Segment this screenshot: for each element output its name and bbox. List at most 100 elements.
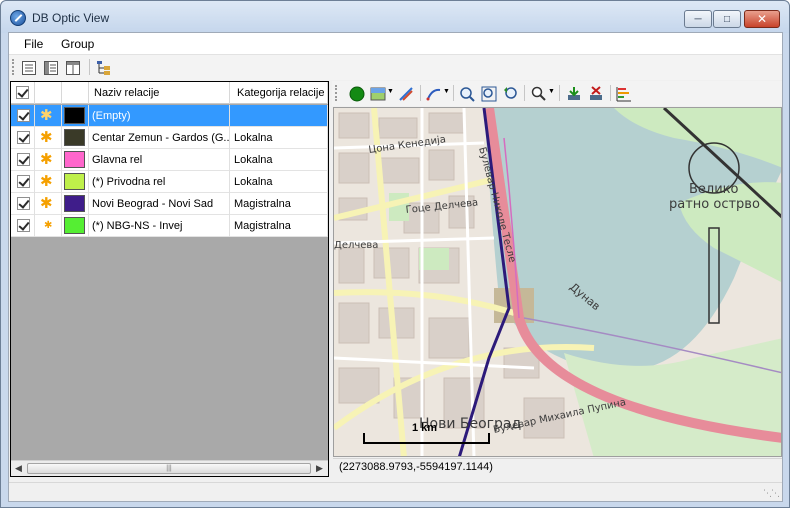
header-color-col [62, 82, 89, 104]
flower-icon: ✱ [40, 107, 53, 124]
list-view-icon[interactable] [21, 60, 37, 76]
row-color-cell[interactable] [62, 171, 89, 193]
color-swatch[interactable] [64, 217, 85, 234]
map-canvas[interactable]: Цона Кенедија Гоце Делчева Делчева Булев… [334, 108, 782, 457]
map-toolbar: ▼ ▼ ▼ [332, 81, 782, 106]
row-color-cell[interactable] [62, 105, 89, 127]
menu-group[interactable]: Group [61, 37, 94, 51]
color-swatch[interactable] [64, 129, 85, 146]
row-category [230, 105, 328, 127]
app-window: DB Optic View ─ □ ✕ File Group Naziv rel… [0, 0, 790, 508]
select-all-checkbox[interactable] [16, 86, 29, 99]
tree-hierarchy-icon[interactable] [96, 60, 112, 76]
row-checkbox[interactable] [17, 175, 30, 188]
layer-image-icon[interactable] [370, 86, 386, 102]
row-checkbox[interactable] [17, 131, 30, 144]
row-color-cell[interactable] [62, 149, 89, 171]
table-row[interactable]: ✱ (Empty) [11, 105, 328, 127]
table-row[interactable]: ✱ Glavna rel Lokalna [11, 149, 328, 171]
flower-icon: ✱ [40, 129, 53, 146]
menu-file[interactable]: File [24, 37, 43, 51]
title-bar[interactable]: DB Optic View ─ □ ✕ [1, 1, 789, 33]
maximize-button[interactable]: □ [713, 10, 741, 28]
zoom-in-icon[interactable] [459, 86, 475, 102]
minimize-icon: ─ [694, 13, 702, 25]
row-name: Novi Beograd - Novi Sad [89, 193, 230, 215]
header-category[interactable]: Kategorija relacije [230, 82, 328, 104]
color-swatch[interactable] [64, 173, 85, 190]
small-flower-icon: ✱ [44, 220, 53, 231]
search-dropdown-icon[interactable]: ▼ [548, 88, 555, 95]
scroll-left-icon[interactable]: ◀ [15, 463, 22, 474]
row-name: (*) Privodna rel [89, 171, 230, 193]
row-checkbox-cell[interactable] [11, 193, 35, 215]
layer-dropdown-icon[interactable]: ▼ [387, 88, 394, 95]
row-category: Magistralna [230, 193, 328, 215]
header-name[interactable]: Naziv relacije [89, 82, 230, 104]
delete-icon[interactable] [588, 86, 604, 102]
zoom-previous-icon[interactable] [503, 86, 519, 102]
map-toolbar-grip[interactable] [335, 85, 338, 101]
row-icon-cell: ✱ [35, 215, 62, 237]
status-bar: ⋱⋱ [9, 482, 782, 501]
color-swatch[interactable] [64, 107, 85, 124]
scrollbar-thumb[interactable]: ||| [27, 463, 311, 474]
flower-icon: ✱ [40, 195, 53, 212]
row-color-cell[interactable] [62, 193, 89, 215]
row-checkbox[interactable] [17, 153, 30, 166]
row-color-cell[interactable] [62, 215, 89, 237]
draw-dropdown-icon[interactable]: ▼ [443, 88, 450, 95]
table-row[interactable]: ✱ Novi Beograd - Novi Sad Magistralna [11, 193, 328, 215]
search-icon[interactable] [531, 86, 547, 102]
zoom-extent-icon[interactable] [481, 86, 497, 102]
row-name: Centar Zemun - Gardos (G... [89, 127, 230, 149]
header-select-all[interactable] [11, 82, 35, 104]
map-view[interactable]: Цона Кенедија Гоце Делчева Делчева Булев… [333, 107, 782, 457]
window-title: DB Optic View [32, 11, 110, 25]
draw-line-icon[interactable] [426, 86, 442, 102]
row-checkbox[interactable] [17, 197, 30, 210]
horizontal-scrollbar[interactable]: ◀ ||| ▶ [11, 460, 328, 476]
row-checkbox-cell[interactable] [11, 105, 35, 127]
color-swatch[interactable] [64, 151, 85, 168]
compass-app-icon [10, 10, 26, 26]
row-checkbox[interactable] [17, 109, 30, 122]
split-view-icon[interactable] [65, 60, 81, 76]
row-icon-cell: ✱ [35, 127, 62, 149]
row-color-cell[interactable] [62, 127, 89, 149]
row-icon-cell: ✱ [35, 171, 62, 193]
flower-icon: ✱ [40, 151, 53, 168]
row-checkbox-cell[interactable] [11, 171, 35, 193]
green-circle-icon[interactable] [349, 86, 365, 102]
flower-icon: ✱ [40, 173, 53, 190]
color-swatch[interactable] [64, 195, 85, 212]
close-button[interactable]: ✕ [744, 10, 780, 28]
street-label: Делчева [334, 240, 378, 251]
map-separator [610, 85, 611, 101]
map-separator [420, 85, 421, 101]
details-view-icon[interactable] [43, 60, 59, 76]
resize-grip[interactable]: ⋱⋱ [763, 488, 780, 499]
scale-label: 1 km [412, 422, 437, 434]
row-icon-cell: ✱ [35, 193, 62, 215]
header-icon-col [35, 82, 62, 104]
cable-tool-icon[interactable] [398, 86, 414, 102]
download-icon[interactable] [566, 86, 582, 102]
scroll-right-icon[interactable]: ▶ [316, 463, 323, 474]
table-row[interactable]: ✱ (*) Privodna rel Lokalna [11, 171, 328, 193]
table-row[interactable]: ✱ (*) NBG-NS - Invej Magistralna [11, 215, 328, 237]
row-checkbox-cell[interactable] [11, 215, 35, 237]
row-category: Lokalna [230, 149, 328, 171]
row-category: Lokalna [230, 127, 328, 149]
row-category: Lokalna [230, 171, 328, 193]
table-row[interactable]: ✱ Centar Zemun - Gardos (G... Lokalna [11, 127, 328, 149]
row-checkbox-cell[interactable] [11, 127, 35, 149]
row-checkbox[interactable] [17, 219, 30, 232]
row-checkbox-cell[interactable] [11, 149, 35, 171]
minimize-button[interactable]: ─ [684, 10, 712, 28]
client-area: File Group Naziv relacije Kategorija rel… [8, 32, 783, 502]
legend-chart-icon[interactable] [616, 86, 632, 102]
map-separator [453, 85, 454, 101]
close-icon: ✕ [756, 12, 768, 26]
toolbar-grip[interactable] [12, 59, 15, 75]
